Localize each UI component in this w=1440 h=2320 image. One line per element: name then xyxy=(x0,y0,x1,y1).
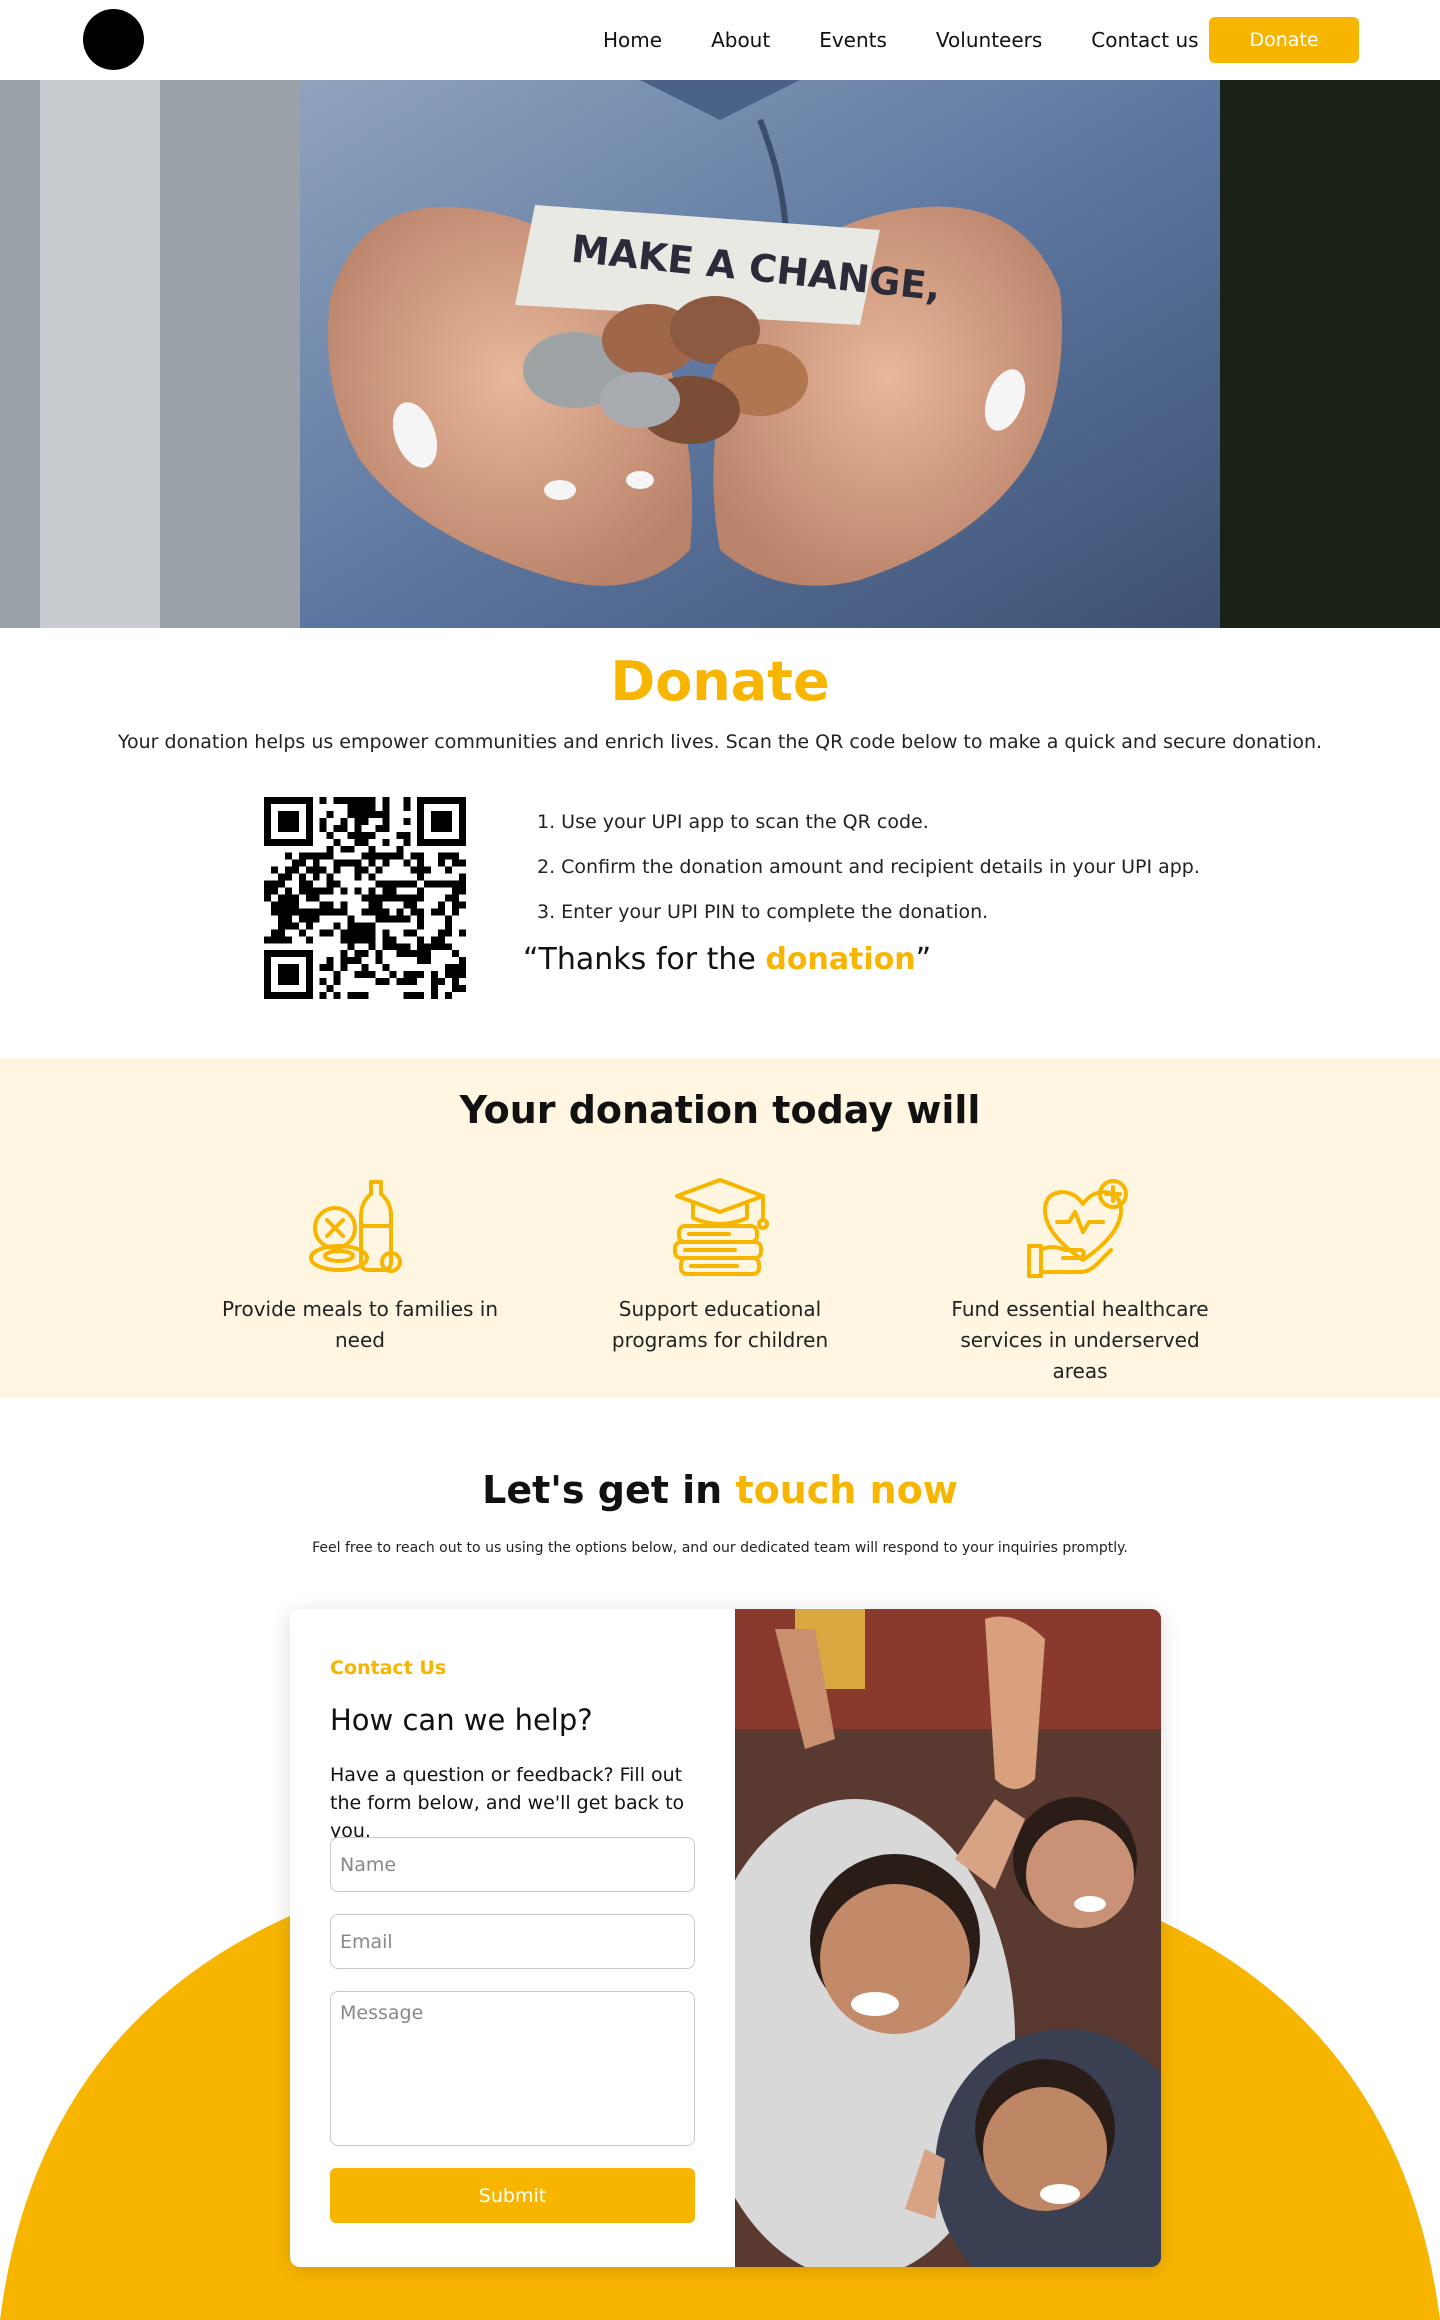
healthcare-icon xyxy=(1027,1179,1128,1278)
nav-link-about[interactable]: About xyxy=(711,28,770,52)
top-navbar: Home About Events Volunteers Contact us … xyxy=(0,0,1440,80)
impact-section: Your donation today will Provide meals t… xyxy=(0,1058,1440,1398)
submit-button[interactable]: Submit xyxy=(330,2168,695,2223)
hero-image: MAKE A CHANGE, xyxy=(0,80,1440,628)
children-photo xyxy=(735,1609,1161,2267)
message-input[interactable] xyxy=(330,1991,695,2146)
donation-step: 1. Use your UPI app to scan the QR code. xyxy=(537,811,929,833)
name-input[interactable] xyxy=(330,1837,695,1892)
contact-card: Contact Us How can we help? Have a quest… xyxy=(290,1609,1161,2267)
thanks-quote: “Thanks for the donation” xyxy=(523,942,931,977)
thanks-suffix: ” xyxy=(915,942,932,977)
donation-step: 2. Confirm the donation amount and recip… xyxy=(537,856,1200,878)
contact-form-panel: Contact Us How can we help? Have a quest… xyxy=(290,1609,735,2267)
nav-donate-button[interactable]: Donate xyxy=(1209,17,1359,63)
impact-item-education: Support educational programs for childre… xyxy=(570,1176,870,1356)
education-icon xyxy=(673,1178,769,1276)
donate-title: Donate xyxy=(610,650,830,713)
contact-eyebrow: Contact Us xyxy=(330,1657,447,1679)
contact-title-highlight: touch now xyxy=(735,1468,958,1512)
qr-code xyxy=(264,797,466,999)
nav-link-home[interactable]: Home xyxy=(603,28,662,52)
nav-links: Home About Events Volunteers Contact us xyxy=(603,0,1248,80)
impact-text-education: Support educational programs for childre… xyxy=(611,1297,829,1352)
email-input[interactable] xyxy=(330,1914,695,1969)
thanks-highlight: donation xyxy=(765,942,916,977)
site-logo[interactable] xyxy=(83,9,144,70)
impact-title: Your donation today will xyxy=(459,1088,981,1132)
nav-link-events[interactable]: Events xyxy=(819,28,887,52)
donate-subtitle: Your donation helps us empower communiti… xyxy=(117,731,1323,753)
nav-link-contact[interactable]: Contact us xyxy=(1091,28,1198,52)
impact-text-meals: Provide meals to families in need xyxy=(221,1297,499,1352)
impact-item-healthcare: Fund essential healthcare services in un… xyxy=(930,1176,1230,1387)
nav-link-volunteers[interactable]: Volunteers xyxy=(936,28,1042,52)
impact-item-meals: Provide meals to families in need xyxy=(210,1176,510,1356)
contact-heading: How can we help? xyxy=(330,1703,593,1737)
donation-steps: 1. Use your UPI app to scan the QR code.… xyxy=(537,808,1297,943)
contact-title-prefix: Let's get in xyxy=(482,1468,736,1512)
food-icon xyxy=(309,1180,402,1273)
thanks-prefix: “Thanks for the xyxy=(523,942,766,977)
contact-subtitle: Feel free to reach out to us using the o… xyxy=(312,1540,1128,1556)
impact-text-healthcare: Fund essential healthcare services in un… xyxy=(951,1297,1209,1383)
contact-title: Let's get in touch now xyxy=(0,1468,1440,1512)
donation-step: 3. Enter your UPI PIN to complete the do… xyxy=(537,901,989,923)
contact-description: Have a question or feedback? Fill out th… xyxy=(330,1764,685,1842)
